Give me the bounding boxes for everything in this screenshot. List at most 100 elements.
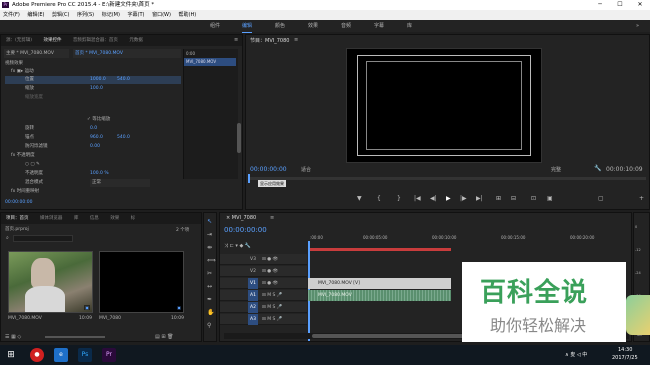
pen-tool-icon[interactable]: ✒ [207,296,212,303]
tab-info[interactable]: 信息 [85,213,104,224]
tab-libraries[interactable]: 库 [69,213,84,224]
track-a1-header[interactable]: A1 ⊟ M S 🎤 [220,290,307,301]
sequence-thumbnail[interactable]: ▣ [99,251,184,313]
tab-project[interactable]: 项目：首页 [1,213,34,224]
workspace-titles[interactable]: 字幕 [374,20,384,32]
master-clip-selector[interactable]: 主要 * MVI_7080.MOV [4,49,69,58]
menu-clip[interactable]: 剪辑(C) [49,10,72,20]
wrench-icon[interactable]: 🔧 [594,165,601,172]
track-a3-toggles-icon[interactable]: ⊟ M S 🎤 [262,314,282,325]
sequence-clip-selector[interactable]: 首页 * MVI_7080.MOV [73,49,181,58]
rolling-edit-tool-icon[interactable]: ⟺ [207,257,216,264]
playback-quality-select[interactable]: 完整 [551,166,581,173]
safe-margins-button[interactable]: ▢ [598,195,604,202]
program-monitor-title[interactable]: 节目：MVI_7080 [250,37,289,44]
playhead[interactable] [248,174,250,183]
selection-tool-icon[interactable]: ↖ [207,218,212,225]
workspace-assembly[interactable]: 组件 [210,20,220,32]
step-forward-button[interactable]: |▶ [460,195,467,202]
browser-icon[interactable]: e [54,348,68,362]
track-v3-header[interactable]: V3 ⊟ ● 👁 [220,254,307,265]
slip-tool-icon[interactable]: ↔ [207,283,212,290]
zoom-tool-icon[interactable]: ⚲ [207,322,211,329]
property-position[interactable]: 位置 1000.0 540.0 [5,76,181,84]
tab-effect-controls[interactable]: 效果控件 [38,35,66,46]
timeline-tab[interactable]: × MVI_7080 [226,215,256,221]
uniform-scale-checkbox[interactable]: ✓ 等比缩放 [87,116,110,124]
property-opacity[interactable]: 不透明度 100.0 % [25,170,109,178]
new-item-icon[interactable]: ▤ ⊞ 🗑 [155,333,173,341]
mini-timeline-clip[interactable]: MVI_7080.MOV [184,58,236,66]
effect-controls-timecode[interactable]: 00:00:00:00 [5,199,32,207]
zoom-fit-select[interactable]: 适合 [301,166,331,173]
clip-thumbnail-mov[interactable]: ▣ [8,251,93,313]
property-anchor-point[interactable]: 锚点 960.0 540.0 [25,134,130,142]
go-to-out-button[interactable]: ▶| [476,195,483,202]
track-a3-header[interactable]: A3 ⊟ M S 🎤 [220,314,307,325]
add-marker-button[interactable]: ▼ [357,195,362,202]
tab-audio-clip-mixer[interactable]: 音频剪辑混合器：首页 [68,35,123,46]
clock-date[interactable]: 2017/7/25 [612,355,638,361]
tab-media-browser[interactable]: 媒体浏览器 [35,213,68,224]
menu-help[interactable]: 帮助(H) [176,10,200,20]
track-a1-toggles-icon[interactable]: ⊟ M S 🎤 [262,290,282,301]
premiere-taskbar-icon[interactable]: Pr [102,348,116,362]
zoom-slider[interactable] [45,336,105,338]
minimize-button[interactable]: ─ [590,0,610,10]
track-select-tool-icon[interactable]: ⇥ [207,231,212,238]
comparison-view-button[interactable]: ▣ [547,195,553,202]
mark-out-button[interactable]: } [397,195,401,202]
export-frame-button[interactable]: ⊡ [531,195,536,202]
property-scale[interactable]: 缩放 100.0 [25,85,103,93]
lift-button[interactable]: ⊞ [496,195,501,202]
workspace-more-icon[interactable]: » [636,20,639,32]
audio-clip[interactable]: MVI_7080.MOV [308,290,451,301]
track-v2-header[interactable]: V2 ⊟ ● 👁 [220,266,307,277]
step-back-button[interactable]: ◀| [430,195,437,202]
menu-edit[interactable]: 编辑(E) [24,10,47,20]
program-timecode[interactable]: 00:00:00:00 [250,166,287,173]
photoshop-icon[interactable]: Ps [78,348,92,362]
menu-title[interactable]: 字幕(T) [125,10,148,20]
menu-window[interactable]: 窗口(W) [149,10,174,20]
program-menu-icon[interactable]: ≡ [294,37,298,43]
motion-effect[interactable]: fx ▣▸ 运动 [11,68,34,76]
button-editor-button[interactable]: + [639,195,644,202]
tab-effects[interactable]: 效果 [105,213,124,224]
clock-time[interactable]: 14:30 [618,347,632,353]
timeline-menu-icon[interactable]: ≡ [270,215,274,221]
video-clip[interactable]: MVI_7080.MOV [V] [308,278,451,289]
panel-menu-icon[interactable]: ≡ [234,37,238,43]
tab-markers[interactable]: 标 [126,213,141,224]
track-v1-header[interactable]: V1 ⊟ ● 👁 [220,278,307,289]
menu-marker[interactable]: 标记(M) [99,10,123,20]
maximize-button[interactable]: ☐ [610,0,630,10]
workspace-effects[interactable]: 效果 [308,20,318,32]
workspace-audio[interactable]: 音频 [341,20,351,32]
menu-sequence[interactable]: 序列(S) [74,10,97,20]
razor-tool-icon[interactable]: ✂ [207,270,212,277]
track-a2-toggles-icon[interactable]: ⊟ M S 🎤 [262,302,282,313]
time-remap-effect[interactable]: fx 时间重映射 [11,188,39,196]
opacity-effect[interactable]: fx 不透明度 [11,152,35,160]
extract-button[interactable]: ⊟ [511,195,516,202]
program-scrubber[interactable] [248,174,646,183]
program-video-frame[interactable] [346,48,542,163]
timeline-timecode[interactable]: 00:00:00:00 [224,226,267,234]
taskbar-app-icon[interactable]: ● [30,348,44,362]
search-input[interactable] [13,235,73,242]
track-a2-header[interactable]: A2 ⊟ M S 🎤 [220,302,307,313]
track-v2-toggles-icon[interactable]: ⊟ ● 👁 [262,266,278,277]
tab-source[interactable]: 源：(无剪辑) [1,35,37,46]
system-tray-icons[interactable]: ∧ 㕜 ◁ 中 [565,351,587,358]
mark-in-button[interactable]: { [377,195,381,202]
property-rotation[interactable]: 旋转 0.0 [25,125,97,133]
go-to-in-button[interactable]: |◀ [414,195,421,202]
workspace-color[interactable]: 颜色 [275,20,285,32]
workspace-editing[interactable]: 编辑 [242,20,253,33]
property-anti-flicker[interactable]: 防闪烁滤镜 0.00 [25,143,100,151]
ripple-edit-tool-icon[interactable]: ⇹ [207,244,212,251]
opacity-mask-tools[interactable]: ○ ▢ ✎ [25,161,40,169]
menu-file[interactable]: 文件(F) [0,10,23,20]
start-button[interactable]: ⊞ [4,348,18,362]
